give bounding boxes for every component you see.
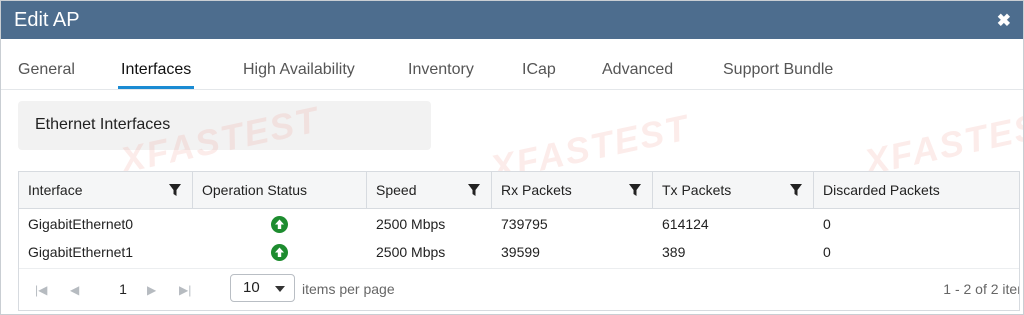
cell-tx-packets: 614124 — [662, 216, 709, 232]
first-page-icon[interactable]: |◀ — [35, 283, 47, 297]
column-label: Discarded Packets — [823, 182, 940, 198]
page-size-value: 10 — [243, 279, 260, 296]
column-label: Operation Status — [202, 182, 308, 198]
cell-speed: 2500 Mbps — [376, 216, 446, 232]
filter-icon[interactable] — [789, 183, 803, 197]
tab-inventory[interactable]: Inventory — [408, 39, 474, 86]
column-header-tx-packets[interactable]: Tx Packets — [653, 172, 814, 208]
column-header-discarded-packets[interactable]: Discarded Packets — [814, 172, 1019, 208]
section-header-ethernet-interfaces: Ethernet Interfaces — [18, 101, 431, 150]
title-bar: Edit AP ✖ — [1, 1, 1023, 39]
close-icon[interactable]: ✖ — [997, 12, 1011, 29]
cell-speed: 2500 Mbps — [376, 244, 446, 260]
tab-general[interactable]: General — [18, 39, 75, 86]
tab-support-bundle[interactable]: Support Bundle — [723, 39, 833, 86]
next-page-icon[interactable]: ▶ — [147, 283, 156, 297]
table-row[interactable]: GigabitEthernet1 2500 Mbps 39599 389 0 — [19, 238, 1019, 266]
filter-icon[interactable] — [168, 183, 182, 197]
cell-tx-packets: 389 — [662, 244, 686, 260]
current-page[interactable]: 1 — [111, 277, 135, 301]
last-page-icon[interactable]: ▶| — [179, 283, 191, 297]
interfaces-table: Interface Operation Status Speed Rx Pack… — [18, 171, 1020, 311]
cell-discarded-packets: 0 — [823, 244, 831, 260]
tab-bar: General Interfaces High Availability Inv… — [1, 39, 1023, 90]
edit-ap-dialog: Edit AP ✖ General Interfaces High Availa… — [0, 0, 1024, 315]
column-label: Rx Packets — [501, 182, 572, 198]
tab-interfaces[interactable]: Interfaces — [118, 39, 195, 89]
column-label: Tx Packets — [662, 182, 732, 198]
column-header-speed[interactable]: Speed — [367, 172, 492, 208]
dialog-title: Edit AP — [14, 8, 80, 31]
tab-advanced[interactable]: Advanced — [602, 39, 673, 86]
column-label: Interface — [28, 182, 83, 198]
prev-page-icon[interactable]: ◀ — [70, 283, 79, 297]
arrow-up-circle-icon — [271, 216, 288, 233]
column-header-interface[interactable]: Interface — [19, 172, 193, 208]
chevron-down-icon — [275, 286, 285, 292]
items-per-page-label: items per page — [302, 281, 395, 297]
cell-interface: GigabitEthernet0 — [28, 216, 134, 232]
column-header-operation-status[interactable]: Operation Status — [193, 172, 367, 208]
table-header: Interface Operation Status Speed Rx Pack… — [19, 172, 1019, 209]
pagination-bar: |◀ ◀ 1 ▶ ▶| 10 items per page 1 - 2 of 2… — [19, 268, 1020, 310]
tab-high-availability[interactable]: High Availability — [243, 39, 355, 86]
filter-icon[interactable] — [467, 183, 481, 197]
filter-icon[interactable] — [628, 183, 642, 197]
table-row[interactable]: GigabitEthernet0 2500 Mbps 739795 614124… — [19, 210, 1019, 238]
pagination-range: 1 - 2 of 2 iten — [943, 281, 1020, 297]
arrow-up-circle-icon — [271, 244, 288, 261]
cell-rx-packets: 39599 — [501, 244, 540, 260]
cell-discarded-packets: 0 — [823, 216, 831, 232]
column-header-rx-packets[interactable]: Rx Packets — [492, 172, 653, 208]
cell-rx-packets: 739795 — [501, 216, 548, 232]
page-size-select[interactable]: 10 — [230, 274, 295, 302]
cell-interface: GigabitEthernet1 — [28, 244, 134, 260]
column-label: Speed — [376, 182, 417, 198]
tab-icap[interactable]: ICap — [522, 39, 556, 86]
